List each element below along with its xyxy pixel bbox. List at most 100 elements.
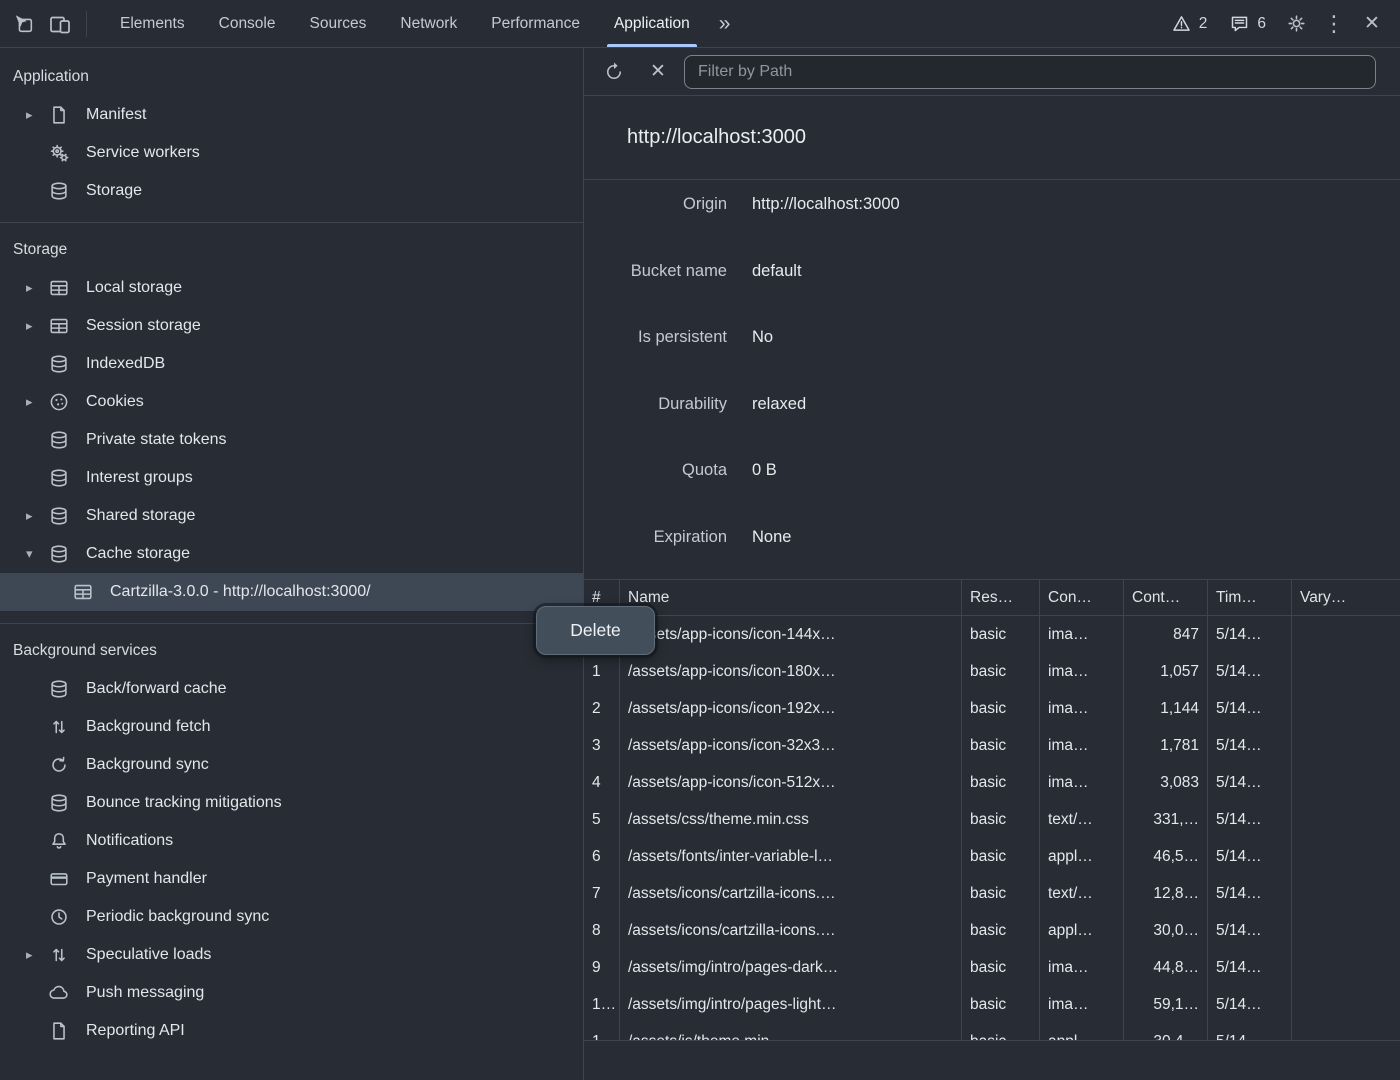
tab-sources[interactable]: Sources [293,0,384,47]
clear-filter-button[interactable]: ✕ [640,54,676,90]
sidebar-item-background-sync[interactable]: Background sync [0,746,583,784]
cell-time-cached: 5/14… [1208,653,1292,690]
delete-button[interactable]: Delete [536,606,655,655]
refresh-icon [603,61,625,83]
toolbar-right-cluster: 2 6 ⋮ ✕ [1161,6,1390,42]
cell-content-type: ima… [1040,653,1124,690]
sidebar-item-notifications[interactable]: Notifications [0,822,583,860]
meta-label: Expiration [584,527,727,547]
cell-name: /assets/app-icons/icon-32x3… [620,727,962,764]
tab-application[interactable]: Application [597,0,707,47]
col-header-name[interactable]: Name [620,580,962,616]
inspect-element-button[interactable] [6,6,42,42]
devtools-content: Application ▸ Manifest Service workers S… [0,48,1400,1080]
table-row[interactable]: 1… /assets/js/theme.min… basic appl… 30,… [584,1023,1400,1041]
table-row[interactable]: 3 /assets/app-icons/icon-32x3… basic ima… [584,727,1400,764]
cell-content-type: ima… [1040,616,1124,653]
cache-metadata: Origin http://localhost:3000 Bucket name… [584,180,1400,579]
sidebar-item-label: Cache storage [86,545,198,563]
disclosure-triangle[interactable]: ▸ [26,318,48,334]
sidebar-item-private-state-tokens[interactable]: Private state tokens [0,421,583,459]
tab-performance[interactable]: Performance [474,0,597,47]
disclosure-triangle[interactable]: ▸ [26,107,48,123]
col-header-response-type[interactable]: Res… [962,580,1040,616]
cell-index: 6 [584,838,620,875]
refresh-button[interactable] [596,54,632,90]
cell-vary [1292,838,1400,875]
tab-network[interactable]: Network [383,0,474,47]
table-row[interactable]: 8 /assets/icons/cartzilla-icons.… basic … [584,912,1400,949]
col-header-time-cached[interactable]: Tim… [1208,580,1292,616]
sidebar-item-cookies[interactable]: ▸ Cookies [0,383,583,421]
table-row[interactable]: 7 /assets/icons/cartzilla-icons.… basic … [584,875,1400,912]
sidebar-item-manifest[interactable]: ▸ Manifest [0,96,583,134]
table-icon [48,315,70,337]
sidebar-item-back-forward-cache[interactable]: Back/forward cache [0,670,583,708]
sidebar-item-payment-handler[interactable]: Payment handler [0,860,583,898]
cell-vary [1292,1023,1400,1041]
meta-row-quota: Quota 0 B [584,446,1400,513]
clock-icon [48,906,70,928]
disclosure-triangle[interactable]: ▾ [26,546,48,562]
cell-vary [1292,727,1400,764]
cell-name: /assets/app-icons/icon-180x… [620,653,962,690]
table-row[interactable]: 6 /assets/fonts/inter-variable-l… basic … [584,838,1400,875]
sidebar-item-label: Background fetch [86,718,219,736]
table-icon [72,581,94,603]
cell-content-length: 1,781 [1124,727,1208,764]
cell-content-length: 12,8… [1124,875,1208,912]
cell-content-length: 44,8… [1124,949,1208,986]
settings-button[interactable] [1278,6,1314,42]
sidebar-item-push-messaging[interactable]: Push messaging [0,974,583,1012]
tab-console[interactable]: Console [202,0,293,47]
disclosure-triangle[interactable]: ▸ [26,947,48,963]
sidebar-item-background-fetch[interactable]: Background fetch [0,708,583,746]
device-toolbar-button[interactable] [42,6,78,42]
col-header-content-length[interactable]: Cont… [1124,580,1208,616]
meta-label: Bucket name [584,261,727,281]
warnings-badge[interactable]: 2 [1161,13,1218,34]
database-icon [48,467,70,489]
disclosure-triangle[interactable]: ▸ [26,394,48,410]
disclosure-triangle[interactable]: ▸ [26,508,48,524]
sidebar-item-speculative-loads[interactable]: ▸ Speculative loads [0,936,583,974]
cell-content-type: ima… [1040,949,1124,986]
sidebar-item-indexeddb[interactable]: IndexedDB [0,345,583,383]
tab-elements[interactable]: Elements [103,0,202,47]
sidebar-item-local-storage[interactable]: ▸ Local storage [0,269,583,307]
kebab-menu-button[interactable]: ⋮ [1316,6,1352,42]
sidebar-item-cache-storage[interactable]: ▾ Cache storage [0,535,583,573]
table-row[interactable]: 9 /assets/img/intro/pages-dark… basic im… [584,949,1400,986]
table-row[interactable]: 2 /assets/app-icons/icon-192x… basic ima… [584,690,1400,727]
disclosure-triangle[interactable]: ▸ [26,280,48,296]
close-devtools-button[interactable]: ✕ [1354,6,1390,42]
col-header-vary[interactable]: Vary… [1292,580,1400,616]
cell-response-type: basic [962,616,1040,653]
filter-by-path-input[interactable] [684,55,1376,89]
table-row[interactable]: 1 /assets/app-icons/icon-180x… basic ima… [584,653,1400,690]
table-row[interactable]: 1… /assets/img/intro/pages-light… basic … [584,986,1400,1023]
cell-name: /assets/app-icons/icon-144x… [620,616,962,653]
sidebar-item-cache-cartzilla[interactable]: Cartzilla-3.0.0 - http://localhost:3000/ [0,573,583,611]
meta-row-bucket-name: Bucket name default [584,247,1400,314]
cloud-icon [48,982,70,1004]
issues-badge[interactable]: 6 [1219,13,1276,34]
sidebar-item-reporting-api[interactable]: Reporting API [0,1012,583,1050]
sidebar-item-shared-storage[interactable]: ▸ Shared storage [0,497,583,535]
inspect-icon [13,13,35,35]
table-row[interactable]: 5 /assets/css/theme.min.css basic text/…… [584,801,1400,838]
cell-vary [1292,653,1400,690]
table-row[interactable]: 0 /assets/app-icons/icon-144x… basic ima… [584,616,1400,653]
sidebar-item-storage[interactable]: Storage [0,172,583,210]
sidebar-item-periodic-background-sync[interactable]: Periodic background sync [0,898,583,936]
sidebar-item-interest-groups[interactable]: Interest groups [0,459,583,497]
sidebar-item-bounce-tracking[interactable]: Bounce tracking mitigations [0,784,583,822]
sidebar-item-session-storage[interactable]: ▸ Session storage [0,307,583,345]
more-tabs-button[interactable]: » [707,12,743,36]
sidebar-item-service-workers[interactable]: Service workers [0,134,583,172]
sidebar-item-label: Notifications [86,832,181,850]
message-icon [1229,13,1250,34]
col-header-content-type[interactable]: Con… [1040,580,1124,616]
cell-index: 4 [584,764,620,801]
table-row[interactable]: 4 /assets/app-icons/icon-512x… basic ima… [584,764,1400,801]
